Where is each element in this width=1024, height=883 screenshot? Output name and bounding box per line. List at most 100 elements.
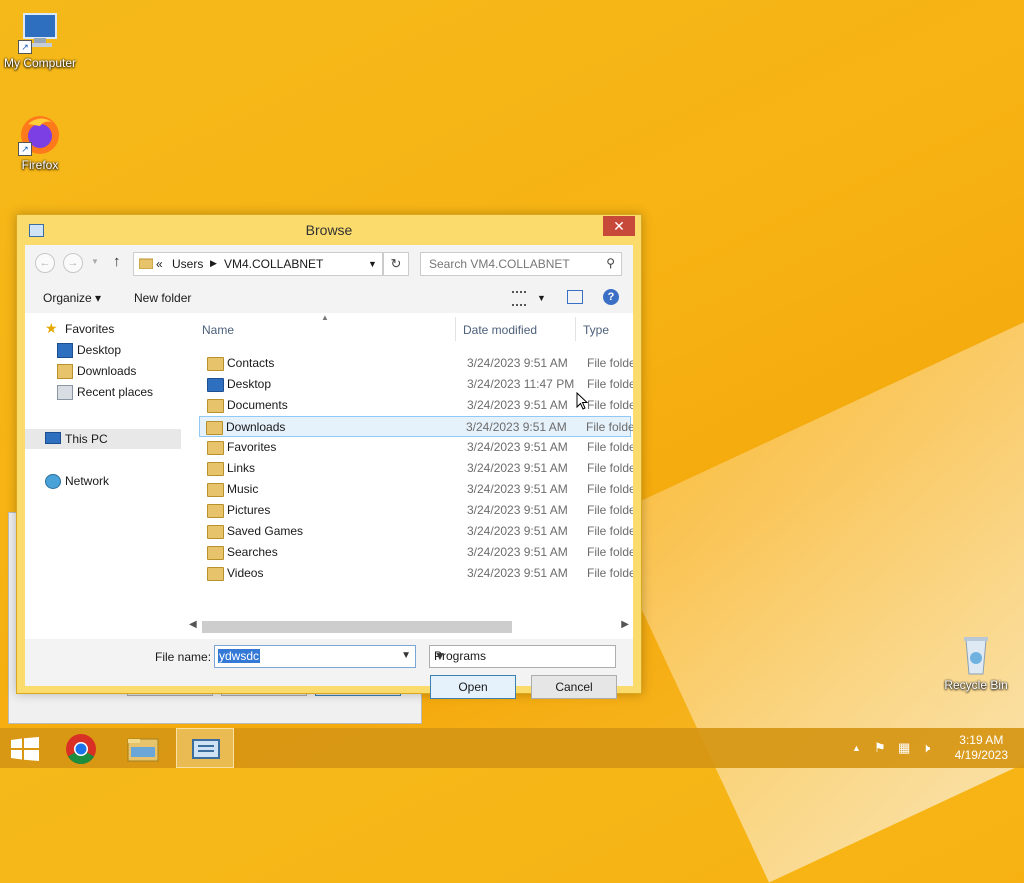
list-item-selected[interactable]: Downloads3/24/2023 9:51 AMFile folder xyxy=(199,416,633,437)
windows-logo-icon xyxy=(11,737,39,761)
file-name-value[interactable]: ydwsdc xyxy=(218,649,261,663)
clock-time: 3:19 AM xyxy=(959,733,1004,747)
open-button[interactable]: Open xyxy=(430,675,516,699)
scroll-left-icon[interactable]: ◀ xyxy=(189,619,197,630)
file-type-select[interactable]: Programs ▼ xyxy=(429,645,616,668)
recycle-bin-icon xyxy=(954,632,998,676)
back-button[interactable]: ← xyxy=(35,253,55,273)
folder-icon xyxy=(207,525,224,539)
recent-locations-icon[interactable]: ▼ xyxy=(91,257,99,266)
navigation-pane: ★ Favorites Desktop Downloads Recent pla… xyxy=(25,313,185,613)
horizontal-scrollbar[interactable]: ◀ ▶ xyxy=(185,617,633,635)
desktop-icon-recycle-bin[interactable]: Recycle Bin xyxy=(936,632,1016,692)
shortcut-arrow-icon: ↗ xyxy=(18,142,32,156)
list-item[interactable]: Documents3/24/2023 9:51 AMFile folder xyxy=(201,395,633,415)
start-button[interactable] xyxy=(0,728,58,768)
system-clock[interactable]: 3:19 AM 4/19/2023 xyxy=(955,733,1008,763)
forward-button[interactable]: → xyxy=(63,253,83,273)
help-icon[interactable]: ? xyxy=(603,289,619,305)
preview-pane-icon[interactable] xyxy=(567,290,583,304)
desktop-icon-label: Firefox xyxy=(21,158,59,172)
mouse-cursor-icon xyxy=(576,392,588,410)
taskbar-file-explorer[interactable] xyxy=(114,728,172,768)
cancel-button[interactable]: Cancel xyxy=(531,675,617,699)
network-icon xyxy=(45,474,61,489)
folder-icon xyxy=(207,378,224,392)
list-item[interactable]: Pictures3/24/2023 9:51 AMFile folder xyxy=(201,500,633,520)
firefox-icon: ↗ xyxy=(18,112,62,156)
title-bar[interactable]: Browse ✕ xyxy=(17,215,641,245)
computer-icon xyxy=(45,432,61,444)
taskbar: ▲ ⚑ ▦ 🕨 3:19 AM 4/19/2023 xyxy=(0,728,1024,768)
content-area: ★ Favorites Desktop Downloads Recent pla… xyxy=(25,313,633,639)
chevron-down-icon[interactable]: ▼ xyxy=(434,649,611,663)
desktop-icon-label: My Computer xyxy=(3,56,77,70)
chrome-icon xyxy=(66,734,96,765)
up-button[interactable]: ↑ xyxy=(113,253,121,270)
computer-icon: ↗ xyxy=(18,10,62,54)
address-row: ← → ▼ ↑ « Users ▶ VM4.COLLABNET ▼ ↻ ⚲ xyxy=(25,245,633,281)
action-center-flag-icon[interactable]: ⚑ xyxy=(874,740,886,756)
file-name-label: File name: xyxy=(155,650,212,664)
new-folder-button[interactable]: New folder xyxy=(134,291,191,305)
list-item[interactable]: Desktop3/24/2023 11:47 PMFile folder xyxy=(201,374,633,394)
desktop-icon xyxy=(57,343,73,358)
column-separator[interactable] xyxy=(455,317,456,341)
clock-date: 4/19/2023 xyxy=(954,748,1008,762)
scrollbar-thumb[interactable] xyxy=(202,621,512,633)
address-overflow[interactable]: « xyxy=(156,257,163,271)
view-dropdown-icon[interactable]: ▼ xyxy=(537,293,546,303)
search-box[interactable]: ⚲ xyxy=(420,252,622,276)
recent-places-icon xyxy=(57,385,73,400)
refresh-button[interactable]: ↻ xyxy=(383,252,409,276)
column-separator[interactable] xyxy=(575,317,576,341)
toolbar: Organize ▾ New folder ▼ ? xyxy=(25,281,633,313)
column-header-type[interactable]: Type xyxy=(583,323,609,337)
list-item[interactable]: Saved Games3/24/2023 9:51 AMFile folder xyxy=(201,521,633,541)
taskbar-browse-window[interactable] xyxy=(176,728,234,768)
file-list: Name ▲ Date modified Type Contacts 3/24/2… xyxy=(193,313,633,613)
folder-icon xyxy=(207,504,224,518)
list-item[interactable]: Favorites3/24/2023 9:51 AMFile folder xyxy=(201,437,633,457)
chevron-down-icon[interactable]: ▼ xyxy=(368,259,377,269)
address-bar[interactable]: « Users ▶ VM4.COLLABNET ▼ xyxy=(133,252,383,276)
scroll-right-icon[interactable]: ▶ xyxy=(621,619,629,630)
file-name-field[interactable]: ydwsdc ▼ xyxy=(214,645,416,668)
folder-icon xyxy=(207,357,224,371)
taskbar-chrome[interactable] xyxy=(52,728,110,768)
search-input[interactable] xyxy=(427,256,601,272)
view-options-icon[interactable] xyxy=(512,291,526,306)
search-icon[interactable]: ⚲ xyxy=(606,256,615,270)
chevron-down-icon[interactable]: ▼ xyxy=(401,650,411,661)
list-item[interactable]: Links3/24/2023 9:51 AMFile folder xyxy=(201,458,633,478)
dialog-title: Browse xyxy=(305,222,353,238)
dialog-footer: File name: ydwsdc ▼ Programs ▼ Open Canc… xyxy=(25,639,633,699)
chevron-right-icon[interactable]: ▶ xyxy=(210,258,217,269)
volume-muted-icon[interactable]: 🕨 xyxy=(922,740,930,756)
list-item[interactable]: Searches3/24/2023 9:51 AMFile folder xyxy=(201,542,633,562)
dialog-body: ← → ▼ ↑ « Users ▶ VM4.COLLABNET ▼ ↻ ⚲ Or… xyxy=(25,245,633,699)
list-item[interactable]: Contacts3/24/2023 9:51 AMFile folder xyxy=(201,353,633,373)
list-item[interactable]: Music3/24/2023 9:51 AMFile folder xyxy=(201,479,633,499)
list-item[interactable]: Videos3/24/2023 9:51 AMFile folder xyxy=(201,563,633,583)
window-icon xyxy=(192,739,220,759)
close-button[interactable]: ✕ xyxy=(603,216,635,236)
folder-icon xyxy=(207,441,224,455)
column-header-name[interactable]: Name xyxy=(202,323,234,337)
show-hidden-icons-icon[interactable]: ▲ xyxy=(852,743,861,753)
folder-icon xyxy=(206,421,223,435)
desktop-icon-label: Recycle Bin xyxy=(944,678,1008,692)
desktop-icon-my-computer[interactable]: ↗ My Computer xyxy=(0,10,80,70)
downloads-folder-icon xyxy=(57,364,73,379)
browse-dialog: Browse ✕ ← → ▼ ↑ « Users ▶ VM4.COLLABNET… xyxy=(16,214,642,699)
network-tray-icon[interactable]: ▦ xyxy=(898,740,910,756)
folder-icon xyxy=(207,462,224,476)
breadcrumb-vm4-collabnet[interactable]: VM4.COLLABNET xyxy=(224,257,323,271)
breadcrumb-users[interactable]: Users xyxy=(172,257,203,271)
folder-icon xyxy=(207,483,224,497)
column-header-date[interactable]: Date modified xyxy=(463,323,537,337)
organize-button[interactable]: Organize ▾ xyxy=(43,291,101,305)
desktop-icon-firefox[interactable]: ↗ Firefox xyxy=(0,112,80,172)
star-icon: ★ xyxy=(45,320,58,336)
folder-icon xyxy=(207,546,224,560)
